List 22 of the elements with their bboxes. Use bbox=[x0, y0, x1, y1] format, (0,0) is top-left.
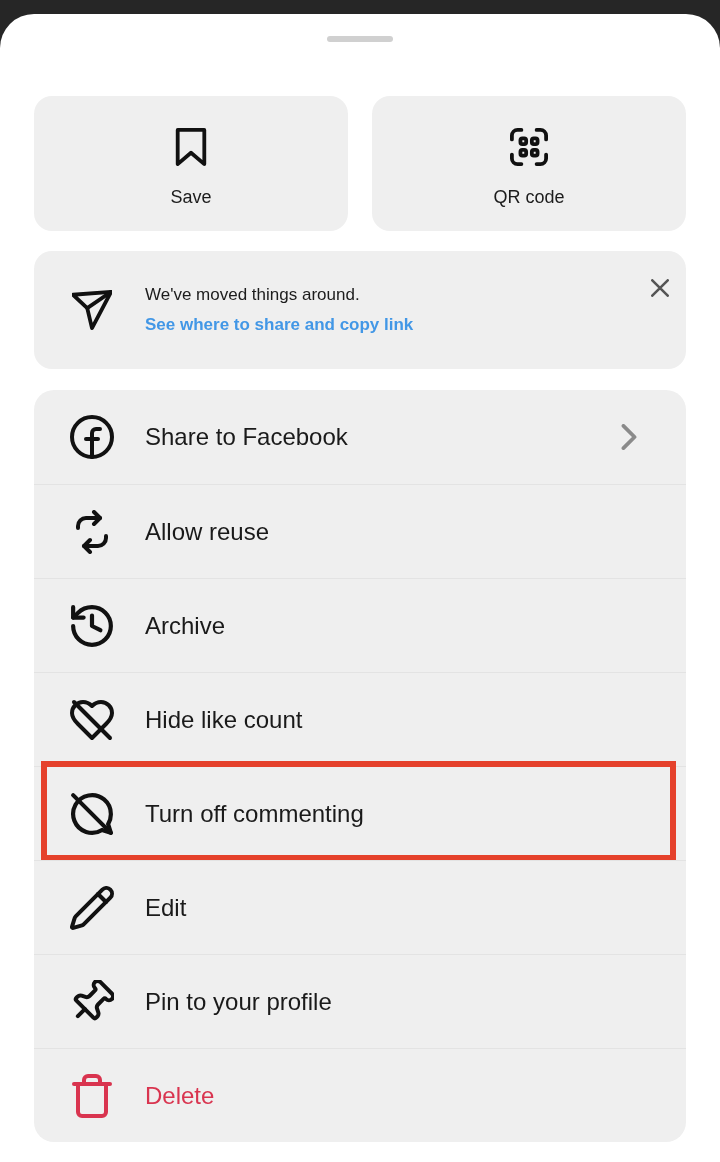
menu-item[interactable]: Delete bbox=[34, 1048, 686, 1142]
notice-message: We've moved things around. bbox=[145, 284, 361, 306]
history-clock-icon bbox=[70, 603, 114, 648]
pencil-icon bbox=[70, 885, 114, 930]
comment-off-icon bbox=[70, 791, 114, 836]
action-tile[interactable]: Save bbox=[34, 96, 348, 231]
menu-item[interactable]: Pin to your profile bbox=[34, 954, 686, 1048]
paper-plane-icon bbox=[72, 290, 112, 330]
drag-handle[interactable] bbox=[327, 36, 393, 42]
trash-icon bbox=[70, 1073, 114, 1118]
close-button[interactable] bbox=[650, 278, 670, 298]
menu-item[interactable]: Edit bbox=[34, 860, 686, 954]
menu-item[interactable]: Allow reuse bbox=[34, 484, 686, 578]
action-tile[interactable]: QR code bbox=[372, 96, 686, 231]
menu-item[interactable]: Archive bbox=[34, 578, 686, 672]
menu-item[interactable]: Hide like count bbox=[34, 672, 686, 766]
close-icon bbox=[651, 279, 669, 297]
menu-item[interactable]: Turn off commenting bbox=[34, 766, 686, 860]
qr-scan-icon bbox=[510, 128, 548, 166]
facebook-icon bbox=[70, 415, 114, 459]
menu-item[interactable]: Share to Facebook bbox=[34, 390, 686, 484]
heart-off-icon bbox=[70, 697, 114, 742]
